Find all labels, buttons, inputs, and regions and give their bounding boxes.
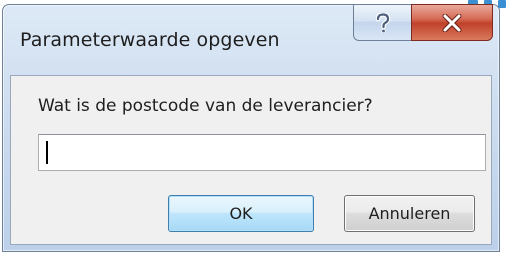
question-mark-icon [375, 12, 391, 33]
prompt-label: Wat is de postcode van de leverancier? [38, 96, 373, 116]
title-bar[interactable]: Parameterwaarde opgeven [3, 4, 499, 75]
caption-buttons [353, 4, 493, 42]
parameter-dialog: Parameterwaarde opgeven Wat is de postco… [2, 4, 500, 252]
parameter-input[interactable] [39, 135, 485, 170]
close-button[interactable] [411, 4, 493, 41]
parameter-input-box[interactable] [38, 134, 486, 171]
text-caret [46, 141, 48, 164]
close-x-icon [442, 13, 462, 32]
help-button[interactable] [353, 4, 411, 41]
ok-button[interactable]: OK [168, 195, 314, 232]
screen: Parameterwaarde opgeven Wat is de postco… [0, 0, 506, 255]
window-title: Parameterwaarde opgeven [20, 29, 280, 51]
dialog-body: Wat is de postcode van de leverancier? O… [10, 75, 492, 245]
cancel-button[interactable]: Annuleren [344, 195, 475, 232]
